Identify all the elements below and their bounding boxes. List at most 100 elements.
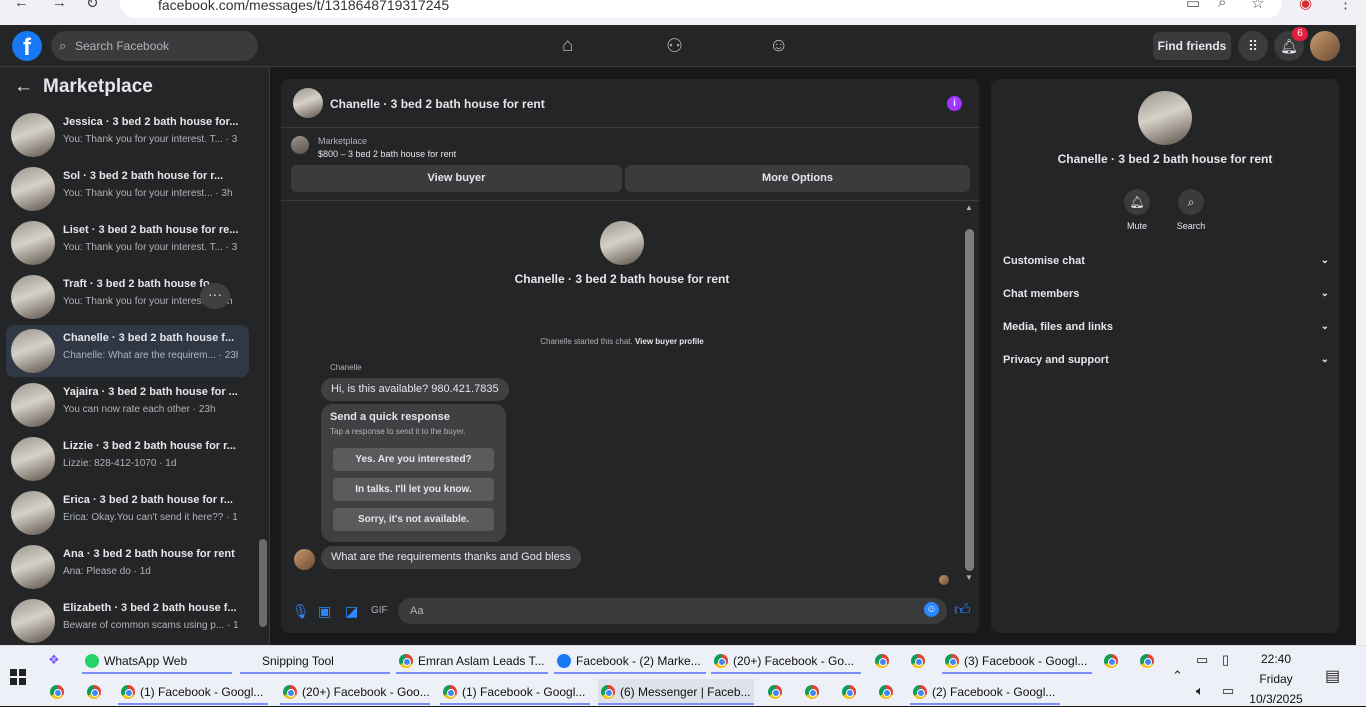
conversation-item[interactable]: Liset · 3 bed 2 bath house for re... You:…: [6, 217, 249, 269]
facebook-logo[interactable]: f: [12, 31, 42, 61]
gif-icon[interactable]: GIF: [371, 605, 388, 616]
conversation-title: Elizabeth · 3 bed 2 bath house f...: [63, 602, 237, 614]
volume-icon[interactable]: 🔈︎: [1196, 683, 1204, 699]
chrome-icon[interactable]: [1140, 654, 1154, 668]
view-buyer-profile-link[interactable]: View buyer profile: [635, 337, 704, 346]
taskbar-chrome-window[interactable]: Facebook - (2) Marke...: [554, 648, 706, 674]
taskbar-chrome-window[interactable]: (20+) Facebook - Go...: [711, 648, 861, 674]
quick-response-not-available-button[interactable]: Sorry, it's not available.: [333, 508, 494, 531]
chrome-icon[interactable]: [768, 685, 782, 699]
chat-started-notice: Chanelle started this chat. View buyer p…: [281, 337, 963, 346]
scroll-down-icon[interactable]: ▼: [965, 573, 973, 582]
conversation-thumbnail: [11, 491, 55, 535]
search-label: Search: [1176, 221, 1206, 231]
conversation-item[interactable]: Yajaira · 3 bed 2 bath house for ... You …: [6, 379, 249, 431]
thumbs-up-icon[interactable]: 👍︎: [954, 601, 971, 620]
view-buyer-button[interactable]: View buyer: [291, 165, 622, 192]
message-input[interactable]: Aa: [398, 598, 947, 624]
microphone-icon[interactable]: 🎙︎: [292, 603, 310, 620]
customise-chat-row[interactable]: Customise chat ⌄: [1003, 255, 1329, 267]
chat-members-row[interactable]: Chat members ⌄: [1003, 288, 1329, 300]
url-text: facebook.com/messages/t/1318648719317245: [158, 0, 450, 13]
kebab-menu-icon[interactable]: ⋮: [1338, 0, 1353, 12]
reload-icon[interactable]: ↻: [86, 0, 99, 12]
more-options-button[interactable]: More Options: [625, 165, 970, 192]
back-icon[interactable]: ←: [14, 0, 29, 11]
chrome-icon[interactable]: [842, 685, 856, 699]
taskbar-chrome-window[interactable]: (1) Facebook - Googl...: [440, 679, 590, 705]
notifications-icon[interactable]: ▤: [1325, 666, 1340, 686]
sender-avatar: [294, 549, 315, 570]
media-files-row[interactable]: Media, files and links ⌄: [1003, 321, 1329, 333]
windows-start-icon[interactable]: [10, 669, 26, 685]
device-icon[interactable]: ▯: [1222, 652, 1229, 668]
back-arrow-icon[interactable]: ←: [14, 76, 33, 97]
account-avatar[interactable]: [1310, 31, 1340, 61]
chrome-icon[interactable]: [50, 685, 64, 699]
bookmark-star-icon[interactable]: ☆: [1251, 0, 1264, 12]
sidebar-header: ← Marketplace: [14, 76, 153, 98]
find-friends-button[interactable]: Find friends: [1153, 32, 1231, 60]
chat-avatar[interactable]: [293, 88, 323, 118]
taskbar-whatsapp[interactable]: WhatsApp Web: [82, 648, 232, 674]
address-bar[interactable]: facebook.com/messages/t/1318648719317245: [120, 0, 1282, 18]
quick-response-subtitle: Tap a response to send it to the buyer.: [330, 427, 466, 436]
copilot-icon[interactable]: ❖: [48, 652, 60, 668]
chrome-icon[interactable]: [805, 685, 819, 699]
conversation-item[interactable]: Elizabeth · 3 bed 2 bath house f... Bewar…: [6, 595, 249, 645]
privacy-support-row[interactable]: Privacy and support ⌄: [1003, 354, 1329, 366]
emoji-icon[interactable]: ☺: [924, 602, 939, 617]
mute-button[interactable]: 🔔︎ Mute: [1107, 189, 1167, 231]
taskbar-chrome-window[interactable]: (20+) Facebook - Goo...: [280, 679, 430, 705]
taskbar-chrome-window[interactable]: Emran Aslam Leads T...: [396, 648, 548, 674]
friends-icon[interactable]: ⚇: [666, 35, 683, 58]
conversation-preview: Ana: Please do · 1d: [63, 566, 151, 577]
taskbar-label: (20+) Facebook - Goo...: [302, 685, 430, 699]
conversation-title: Chanelle · 3 bed 2 bath house f...: [63, 332, 235, 344]
search-input[interactable]: ⌕ Search Facebook: [51, 31, 258, 61]
more-options-icon[interactable]: ···: [200, 283, 230, 309]
conversation-item[interactable]: Ana · 3 bed 2 bath house for rent Ana: Pl…: [6, 541, 249, 593]
profile-icon[interactable]: ◉: [1299, 0, 1312, 12]
taskbar-messenger-window[interactable]: (6) Messenger | Faceb...: [598, 679, 754, 705]
scroll-up-icon[interactable]: ▲: [965, 203, 973, 212]
taskbar-chrome-window[interactable]: (2) Facebook - Googl...: [910, 679, 1060, 705]
conversation-item[interactable]: Sol · 3 bed 2 bath house for r... You: Th…: [6, 163, 249, 215]
taskbar-chrome-window[interactable]: (1) Facebook - Googl...: [118, 679, 268, 705]
chat-scrollbar[interactable]: ▲ ▼: [965, 203, 974, 585]
quick-response-title: Send a quick response: [330, 411, 450, 423]
chrome-icon[interactable]: [1104, 654, 1118, 668]
taskbar-chrome-window[interactable]: (3) Facebook - Googl...: [942, 648, 1092, 674]
show-hidden-icons-icon[interactable]: ⌃: [1172, 668, 1183, 684]
quick-response-in-talks-button[interactable]: In talks. I'll let you know.: [333, 478, 494, 501]
forward-icon[interactable]: →: [52, 0, 67, 11]
cast-icon[interactable]: ▭: [1186, 0, 1200, 12]
battery-icon[interactable]: ▭: [1196, 652, 1208, 668]
home-icon[interactable]: ⌂: [562, 35, 573, 57]
conversation-item[interactable]: Erica · 3 bed 2 bath house for r... Erica…: [6, 487, 249, 539]
chrome-icon[interactable]: [87, 685, 101, 699]
zoom-icon[interactable]: ⌕: [1218, 0, 1226, 11]
section-label: Media, files and links: [1003, 321, 1114, 333]
sticker-icon[interactable]: ◪: [345, 603, 358, 620]
taskbar-label: Snipping Tool: [262, 654, 334, 668]
taskbar-snipping-tool[interactable]: Snipping Tool: [240, 648, 390, 674]
info-icon[interactable]: i: [947, 96, 962, 111]
chrome-icon[interactable]: [911, 654, 925, 668]
menu-grid-icon[interactable]: ⠿: [1238, 31, 1268, 61]
network-icon[interactable]: ▭: [1222, 683, 1234, 699]
chat-title[interactable]: Chanelle · 3 bed 2 bath house for rent: [330, 97, 545, 111]
system-clock[interactable]: 22:40 Friday 10/3/2025: [1244, 651, 1308, 707]
conversation-item[interactable]: Jessica · 3 bed 2 bath house for... You: …: [6, 109, 249, 161]
photo-icon[interactable]: ▣: [318, 603, 331, 620]
message-bubble: Hi, is this available? 980.421.7835: [321, 378, 509, 401]
page-scrollbar[interactable]: [1356, 25, 1366, 645]
quick-response-yes-button[interactable]: Yes. Are you interested?: [333, 448, 494, 471]
groups-icon[interactable]: ☺: [769, 35, 788, 57]
chrome-icon[interactable]: [879, 685, 893, 699]
sidebar-scrollbar[interactable]: [259, 107, 267, 642]
conversation-item[interactable]: Chanelle · 3 bed 2 bath house f... Chanel…: [6, 325, 249, 377]
conversation-item[interactable]: Lizzie · 3 bed 2 bath house for r... Lizz…: [6, 433, 249, 485]
search-button[interactable]: ⌕ Search: [1161, 189, 1221, 231]
chrome-icon[interactable]: [875, 654, 889, 668]
